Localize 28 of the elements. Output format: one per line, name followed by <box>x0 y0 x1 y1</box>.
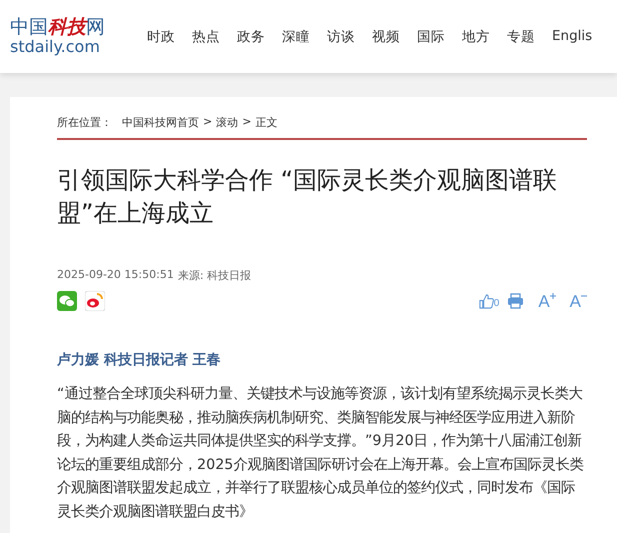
nav-link[interactable]: 国际 <box>417 28 445 46</box>
article-source: 来源: 科技日报 <box>178 268 252 283</box>
wechat-icon[interactable] <box>57 291 77 311</box>
breadcrumb-label: 所在位置： <box>57 115 112 130</box>
article-byline: 卢力媛 科技日报记者 王春 <box>57 351 222 369</box>
site-logo[interactable]: 中国科技网 <box>10 18 125 37</box>
breadcrumb-link[interactable]: 正文 <box>255 115 278 130</box>
breadcrumb-link[interactable]: 中国科技网首页 <box>122 115 199 130</box>
publish-date: 2025-09-20 15:50:51 <box>57 268 174 283</box>
breadcrumb-separator: > <box>203 115 212 130</box>
nav-link[interactable]: 深瞳 <box>282 28 310 46</box>
breadcrumb-separator: > <box>242 115 252 130</box>
nav-link[interactable]: 政务 <box>237 28 265 46</box>
article-title: 引领国际大科学合作 “国际灵长类介观脑图谱联盟”在上海成立 <box>57 165 558 229</box>
weibo-icon[interactable] <box>85 291 105 311</box>
nav-link[interactable]: Englis <box>552 28 592 46</box>
nav-link[interactable]: 访谈 <box>327 28 355 46</box>
breadcrumb-link[interactable]: 滚动 <box>216 115 238 130</box>
nav-link[interactable]: 热点 <box>192 28 220 46</box>
article-paragraph: “通过整合全球顶尖科研力量、关键技术与设施等资源，该计划有望系统揭示灵长类大脑的结构与功能奥秘，推动脑疾病机制研究、类脑智能发展与神经医学应用进入新阶段，为构建人类命运共同体提供坚实的科学支撑。”9月20日，作为第十八届浦江创新论坛的重要组成部分，2025介观脑图谱国际研讨会在上海开幕。会上宣布国际灵长类介观脑图谱联盟发起成立，并举行了联盟核心成员单位的签约仪式，同时发布《国际灵长类介观脑图谱联盟白皮书》 <box>57 385 584 522</box>
nav-link[interactable]: 地方 <box>462 28 490 46</box>
site-domain: stdaily.com <box>10 39 101 55</box>
nav-link[interactable]: 时政 <box>147 28 175 46</box>
nav-link[interactable]: 专题 <box>507 28 535 46</box>
minus-icon <box>581 292 587 298</box>
nav-link[interactable]: 视频 <box>372 28 400 46</box>
plus-icon <box>550 292 556 298</box>
print-icon[interactable] <box>507 293 524 309</box>
